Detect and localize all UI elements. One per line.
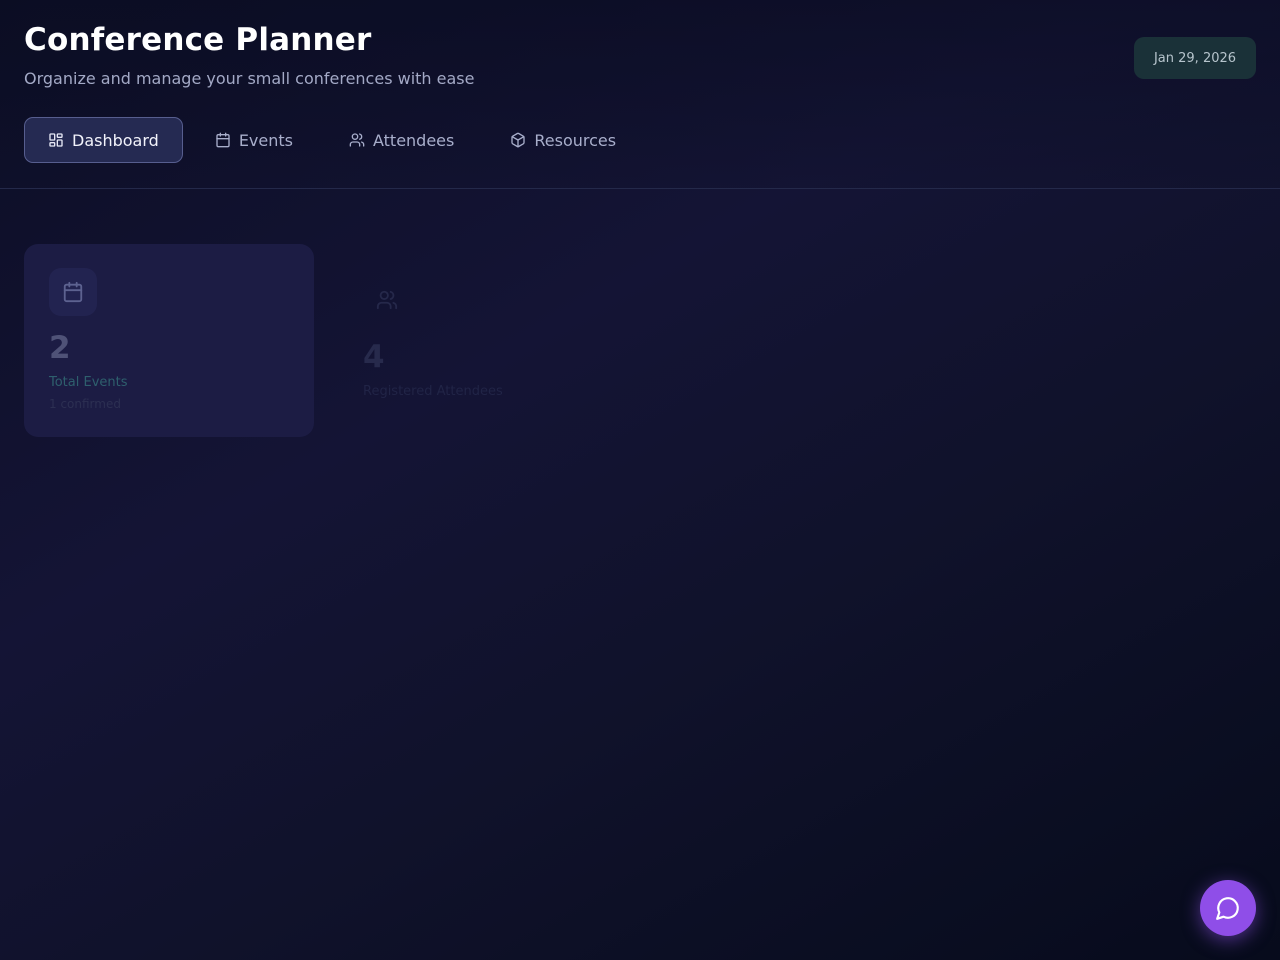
chat-button[interactable] xyxy=(1200,880,1256,936)
tab-dashboard[interactable]: Dashboard xyxy=(24,117,183,163)
users-icon xyxy=(363,276,411,324)
tab-resources[interactable]: Resources xyxy=(486,117,640,163)
tab-resources-label: Resources xyxy=(534,130,617,150)
grid-icon xyxy=(48,132,64,148)
stat-value: 4 xyxy=(363,339,385,375)
box-icon xyxy=(510,132,526,148)
tab-attendees[interactable]: Attendees xyxy=(325,117,478,163)
main-nav: Dashboard Events Attendees Resources xyxy=(24,116,648,164)
users-icon xyxy=(349,132,365,148)
calendar-icon xyxy=(49,268,97,316)
chat-bubble-icon xyxy=(1215,895,1241,921)
stat-label: Total Events xyxy=(49,375,128,390)
calendar-icon xyxy=(215,132,231,148)
stat-sublabel: 1 confirmed xyxy=(49,397,121,411)
tab-events[interactable]: Events xyxy=(191,117,317,163)
stat-card-registered-attendees: 4 Registered Attendees xyxy=(338,244,628,437)
tab-events-label: Events xyxy=(238,130,293,150)
page-title: Conference Planner xyxy=(24,22,372,58)
app-header: Conference Planner Organize and manage y… xyxy=(0,0,1280,189)
date-badge: Jan 29, 2026 xyxy=(1134,37,1256,79)
stat-label: Registered Attendees xyxy=(363,384,503,399)
stat-value: 2 xyxy=(49,330,71,366)
stat-card-total-events: 2 Total Events 1 confirmed xyxy=(24,244,314,437)
page-subtitle: Organize and manage your small conferenc… xyxy=(24,69,475,88)
tab-dashboard-label: Dashboard xyxy=(72,130,159,150)
tab-attendees-label: Attendees xyxy=(372,130,455,150)
